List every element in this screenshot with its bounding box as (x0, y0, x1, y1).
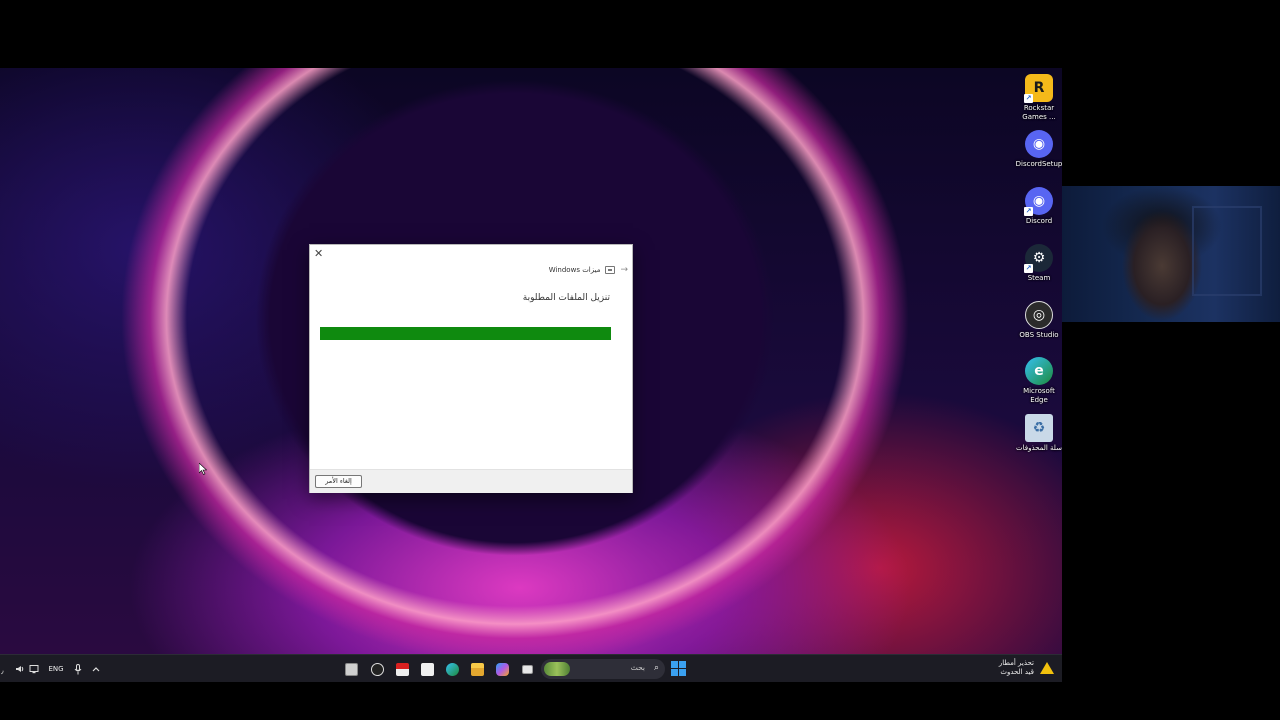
recycle-bin-icon: ♻ (1025, 414, 1053, 442)
mouse-cursor-icon (199, 463, 207, 475)
desktop-icon-label: Discord (1025, 217, 1053, 225)
dialog-app-title: ميزات Windows (548, 266, 601, 274)
svg-text:‏٫: ‏٫ (1, 666, 4, 675)
store-icon (420, 662, 434, 676)
close-icon[interactable]: ✕ (314, 247, 323, 260)
desktop-icon-label: سلة المحذوفات (1016, 444, 1062, 452)
desktop-icon-label: OBS Studio (1019, 331, 1059, 339)
discord-icon: ◉ ↗ (1024, 187, 1053, 216)
dialog-title-bar: ميزات Windows → (549, 265, 628, 275)
search-box[interactable]: بحث ⌕ (541, 659, 665, 679)
taskbar-edge-app[interactable] (441, 659, 463, 679)
video-letterbox-top (0, 0, 1280, 68)
network-icon[interactable] (28, 659, 40, 679)
windows-features-dialog: ✕ ميزات Windows → تنزيل الملفات المطلوبة… (309, 244, 633, 493)
search-placeholder: بحث (630, 663, 645, 672)
taskbar-store-app[interactable] (416, 659, 438, 679)
back-arrow-icon[interactable]: → (620, 265, 628, 275)
dialog-heading: تنزيل الملفات المطلوبة (522, 293, 610, 303)
microphone-icon[interactable] (72, 659, 84, 679)
taskbar-copilot-app[interactable] (491, 659, 513, 679)
dialog-footer: إلغاء الأمر (310, 469, 632, 493)
weather-text: تحذير أمطار قيد الحدوث (999, 659, 1034, 677)
volume-icon[interactable] (14, 659, 26, 679)
search-icon: ⌕ (653, 663, 659, 673)
taskbar: ‏٫ ENG بحث ⌕ (0, 654, 1062, 682)
obs-icon (370, 662, 384, 676)
clock-fragment: ‏٫ (0, 659, 10, 679)
desktop-icon-steam[interactable]: ⚙ ↗ Steam (1016, 244, 1062, 283)
taskbar-app-red[interactable] (391, 659, 413, 679)
shortcut-arrow-icon: ↗ (1024, 264, 1033, 273)
windows-features-icon (344, 662, 358, 676)
taskbar-task-view[interactable] (516, 659, 538, 679)
shortcut-arrow-icon: ↗ (1024, 94, 1033, 103)
taskbar-file-explorer-app[interactable] (466, 659, 488, 679)
webcam-overlay (1062, 186, 1280, 322)
desktop-icon-discord[interactable]: ◉ ↗ Discord (1016, 187, 1062, 226)
warning-icon (1040, 662, 1054, 674)
desktop-icon-rockstar[interactable]: R ↗ Rockstar Games ... (1016, 74, 1062, 121)
folder-icon (470, 662, 484, 676)
desktop-icon-label: Rockstar Games ... (1022, 104, 1056, 121)
desktop-icon-label: Microsoft Edge (1023, 387, 1055, 404)
search-highlight-image (544, 662, 570, 676)
rockstar-icon: R ↗ (1024, 74, 1053, 103)
progress-bar-fill (320, 327, 611, 340)
start-tile (671, 669, 678, 676)
desktop-icon-obs[interactable]: ◎ OBS Studio (1016, 301, 1062, 340)
task-view-icon (521, 664, 533, 674)
start-tile (679, 669, 686, 676)
shortcut-arrow-icon: ↗ (1024, 207, 1033, 216)
weather-line-1: تحذير أمطار (998, 659, 1034, 667)
chevron-up-icon[interactable] (90, 659, 102, 679)
cancel-button[interactable]: إلغاء الأمر (315, 475, 362, 488)
desktop-icon-discordsetup[interactable]: ◉ DiscordSetup (1016, 130, 1062, 169)
start-tile (671, 661, 678, 668)
copilot-icon (495, 662, 509, 676)
discord-icon: ◉ (1025, 130, 1053, 158)
taskbar-obs-app[interactable] (366, 659, 388, 679)
edge-icon: e (1025, 357, 1053, 385)
start-button[interactable] (671, 661, 686, 676)
video-letterbox-bottom (0, 682, 1280, 720)
desktop-icon-edge[interactable]: e Microsoft Edge (1016, 357, 1062, 404)
progress-bar (320, 327, 611, 340)
steam-icon: ⚙ ↗ (1024, 244, 1053, 273)
desktop-icon-label: Steam (1027, 274, 1051, 282)
windows-features-icon (605, 266, 616, 274)
webcam-background-frame (1192, 206, 1262, 296)
language-indicator[interactable]: ENG (46, 659, 66, 679)
edge-icon (445, 662, 459, 676)
start-tile (679, 661, 686, 668)
desktop-icon-label: DiscordSetup (1015, 160, 1063, 168)
desktop-icon-recycle-bin[interactable]: ♻ سلة المحذوفات (1016, 414, 1062, 453)
obs-icon: ◎ (1025, 301, 1053, 329)
weather-line-2: قيد الحدوث (1000, 668, 1034, 676)
weather-widget[interactable]: تحذير أمطار قيد الحدوث (999, 659, 1054, 677)
taskbar-windows-features-app[interactable] (340, 659, 362, 679)
calendar-app-icon (395, 662, 409, 676)
